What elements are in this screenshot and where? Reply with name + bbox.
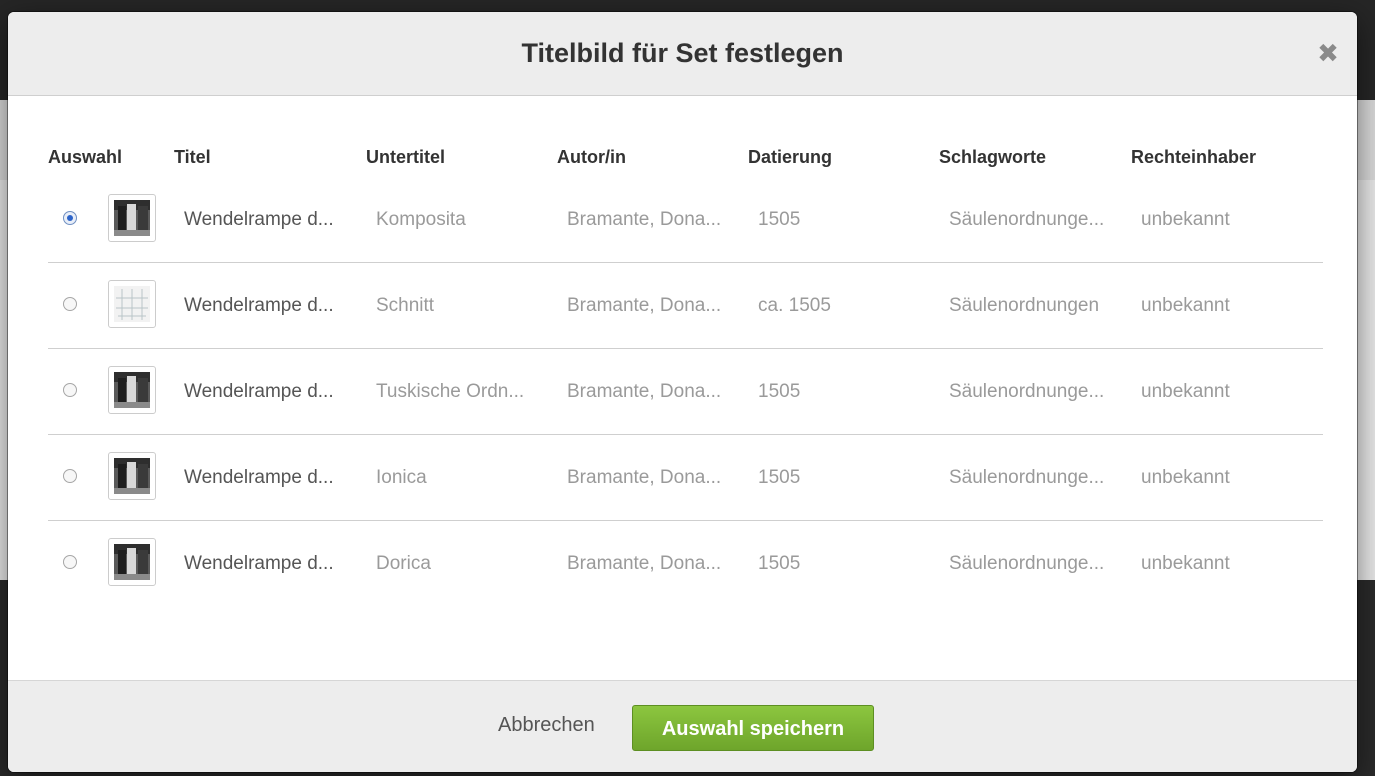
thumbnail-image: [108, 280, 156, 328]
cell-rechteinhaber: unbekannt: [1141, 209, 1230, 230]
thumbnail-image: [108, 194, 156, 242]
cell-rechteinhaber: unbekannt: [1141, 295, 1230, 316]
cell-titel: Wendelrampe d...: [184, 553, 334, 574]
cell-autor: Bramante, Dona...: [567, 381, 722, 402]
cell-datierung: 1505: [758, 381, 801, 402]
cell-autor: Bramante, Dona...: [567, 209, 722, 230]
cell-autor: Bramante, Dona...: [567, 295, 722, 316]
cell-datierung: 1505: [758, 553, 801, 574]
dialog-header: Titelbild für Set festlegen ✖: [8, 12, 1357, 96]
table-body: Wendelrampe d... Komposita Bramante, Dona.…: [48, 177, 1323, 606]
cell-untertitel: Komposita: [376, 209, 466, 230]
column-header-auswahl: Auswahl: [48, 147, 123, 167]
cell-untertitel: Schnitt: [376, 295, 435, 316]
cell-titel: Wendelrampe d...: [184, 295, 334, 316]
table-row[interactable]: Wendelrampe d... Tuskische Ordn... Bramant…: [48, 349, 1323, 435]
column-header-untertitel: Untertitel: [366, 147, 446, 167]
cell-untertitel: Ionica: [376, 467, 427, 488]
table-row[interactable]: Wendelrampe d... Schnitt Bramante, Dona...…: [48, 263, 1323, 349]
cell-titel: Wendelrampe d...: [184, 381, 334, 402]
cell-schlagworte: Säulenordnunge...: [949, 553, 1105, 574]
dialog-title: Titelbild für Set festlegen: [521, 38, 844, 68]
table-row[interactable]: Wendelrampe d... Dorica Bramante, Dona... 1…: [48, 521, 1323, 606]
image-table: Auswahl Titel Untertitel Autor/in Datier…: [48, 137, 1323, 606]
thumbnail-image: [108, 366, 156, 414]
thumbnail-image: [108, 452, 156, 500]
select-radio[interactable]: [63, 469, 77, 483]
cell-rechteinhaber: unbekannt: [1141, 553, 1230, 574]
cell-datierung: 1505: [758, 209, 801, 230]
set-cover-image-dialog: Titelbild für Set festlegen ✖ Auswahl Ti…: [8, 12, 1357, 772]
table-row[interactable]: Wendelrampe d... Ionica Bramante, Dona... 1…: [48, 435, 1323, 521]
cell-datierung: ca. 1505: [758, 295, 831, 316]
column-header-autor: Autor/in: [557, 147, 626, 167]
cell-schlagworte: Säulenordnunge...: [949, 467, 1105, 488]
cell-rechteinhaber: unbekannt: [1141, 381, 1230, 402]
cell-schlagworte: Säulenordnunge...: [949, 209, 1105, 230]
select-radio[interactable]: [63, 297, 77, 311]
select-radio[interactable]: [63, 555, 77, 569]
cell-autor: Bramante, Dona...: [567, 467, 722, 488]
cell-untertitel: Dorica: [376, 553, 431, 574]
column-header-schlagworte: Schlagworte: [939, 147, 1047, 167]
cell-schlagworte: Säulenordnunge...: [949, 381, 1105, 402]
column-header-datierung: Datierung: [748, 147, 833, 167]
cancel-button[interactable]: Abbrechen: [498, 705, 595, 745]
cell-autor: Bramante, Dona...: [567, 553, 722, 574]
cell-rechteinhaber: unbekannt: [1141, 467, 1230, 488]
save-selection-button[interactable]: Auswahl speichern: [632, 705, 874, 751]
close-icon[interactable]: ✖: [1313, 38, 1343, 68]
cell-untertitel: Tuskische Ordn...: [376, 381, 525, 402]
cell-titel: Wendelrampe d...: [184, 209, 334, 230]
cell-schlagworte: Säulenordnungen: [949, 295, 1100, 316]
table-header: Auswahl Titel Untertitel Autor/in Datier…: [48, 137, 1323, 177]
cell-titel: Wendelrampe d...: [184, 467, 334, 488]
dialog-footer: Abbrechen Auswahl speichern: [8, 680, 1357, 772]
table-row[interactable]: Wendelrampe d... Komposita Bramante, Dona.…: [48, 177, 1323, 263]
select-radio[interactable]: [63, 383, 77, 397]
cell-datierung: 1505: [758, 467, 801, 488]
column-header-rechteinhaber: Rechteinhaber: [1131, 147, 1257, 167]
column-header-titel: Titel: [174, 147, 211, 167]
thumbnail-image: [108, 538, 156, 586]
select-radio[interactable]: [63, 211, 77, 225]
